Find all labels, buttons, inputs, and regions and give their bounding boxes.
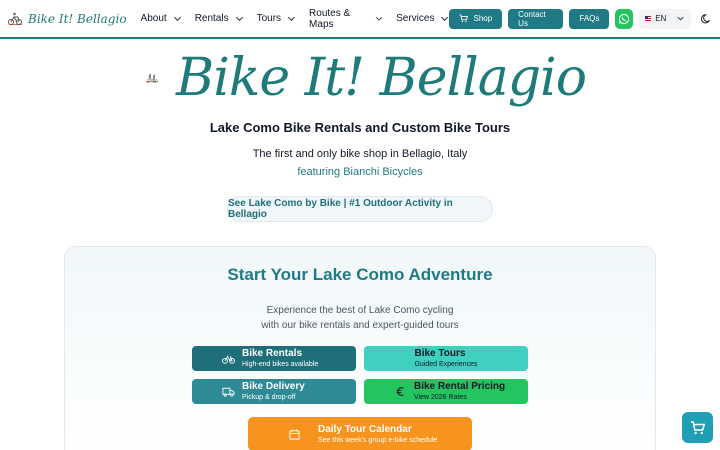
menu-about-label: About [140,13,167,24]
brand-name: Bike It! Bellagio [28,11,127,26]
calendar-title: Daily Tour Calendar [318,423,412,435]
tagline: The first and only bike shop in Bellagio… [252,148,468,160]
truck-icon [222,387,235,397]
bike-pricing-title: Bike Rental Pricing [414,381,506,392]
top-navbar: Bike It! Bellagio About Rentals Tours Ro… [0,0,720,39]
brand-logo[interactable]: Bike It! Bellagio [8,12,127,26]
daily-tour-calendar-button[interactable]: Daily Tour Calendar See this week's grou… [248,417,472,450]
whatsapp-icon [619,13,630,24]
shop-button-label: Shop [473,14,493,23]
language-selector[interactable]: EN [639,8,692,29]
euro-icon [396,387,404,396]
bicycle-icon [222,355,235,364]
adventure-title: Start Your Lake Como Adventure [227,265,493,284]
description-line-1: Experience the best of Lake Como cycling [266,305,454,316]
hero-logo: Bike It! Bellagio [146,44,587,112]
bike-tours-title: Bike Tours [414,348,466,359]
chevron-down-icon [173,16,181,22]
adventure-description: Experience the best of Lake Como cycling… [0,303,720,333]
main-menu: About Rentals Tours Routes & Maps Servic… [141,8,450,30]
promo-banner[interactable]: See Lake Como by Bike | #1 Outdoor Activ… [227,196,493,222]
contact-button-label: Contact Us [518,9,546,28]
faqs-button-label: FAQs [579,14,600,23]
whatsapp-button[interactable] [615,8,634,29]
bike-rentals-subtitle: High-end bikes available [242,361,319,368]
bike-delivery-button[interactable]: Bike Delivery Pickup & drop-off [192,379,356,404]
chevron-down-icon [376,16,383,21]
chevron-down-icon [677,16,684,21]
bike-rentals-button[interactable]: Bike Rentals High-end bikes available [192,346,356,371]
menu-rentals[interactable]: Rentals [195,13,244,24]
cart-icon [459,14,469,23]
chevron-down-icon [288,16,296,22]
language-label: EN [655,14,667,23]
menu-services[interactable]: Services [396,13,449,24]
chevron-down-icon [441,16,449,22]
hero-title: Bike It! Bellagio [176,48,587,108]
chevron-down-icon [235,16,243,22]
bike-tours-button[interactable]: Bike Tours Guided Experiences [364,346,528,371]
bike-tours-subtitle: Guided Experiences [414,361,478,368]
menu-about[interactable]: About [141,13,182,24]
bike-rentals-title: Bike Rentals [242,348,303,359]
cyclists-logo-icon [8,12,22,25]
nav-actions: Shop Contact Us FAQs EN [449,8,712,29]
faqs-button[interactable]: FAQs [569,8,610,29]
menu-routes-maps[interactable]: Routes & Maps [309,8,383,30]
menu-routes-label: Routes & Maps [309,7,351,30]
bike-delivery-title: Bike Delivery [242,381,305,392]
calendar-icon [289,429,300,440]
menu-services-label: Services [396,13,435,24]
cart-icon [690,420,705,434]
menu-rentals-label: Rentals [194,13,229,24]
promo-banner-label: See Lake Como by Bike | #1 Outdoor Activ… [228,198,453,220]
us-flag-icon [645,16,652,21]
contact-us-button[interactable]: Contact Us [508,8,564,29]
cyclists-illustration-icon [146,73,158,83]
floating-cart-button[interactable] [682,412,713,443]
moon-icon[interactable] [701,13,712,25]
menu-tours-label: Tours [256,13,282,24]
bike-delivery-subtitle: Pickup & drop-off [242,394,296,401]
bike-rental-pricing-button[interactable]: Bike Rental Pricing View 2026 Rates [364,379,528,404]
featuring-text: featuring Bianchi Bicycles [297,166,423,178]
menu-tours[interactable]: Tours [257,13,296,24]
calendar-subtitle: See this week's group e-bike schedule [318,436,438,444]
page-subtitle: Lake Como Bike Rentals and Custom Bike T… [209,120,511,135]
shop-button[interactable]: Shop [449,8,503,29]
bike-pricing-subtitle: View 2026 Rates [414,394,467,401]
description-line-2: with our bike rentals and expert-guided … [261,320,459,331]
